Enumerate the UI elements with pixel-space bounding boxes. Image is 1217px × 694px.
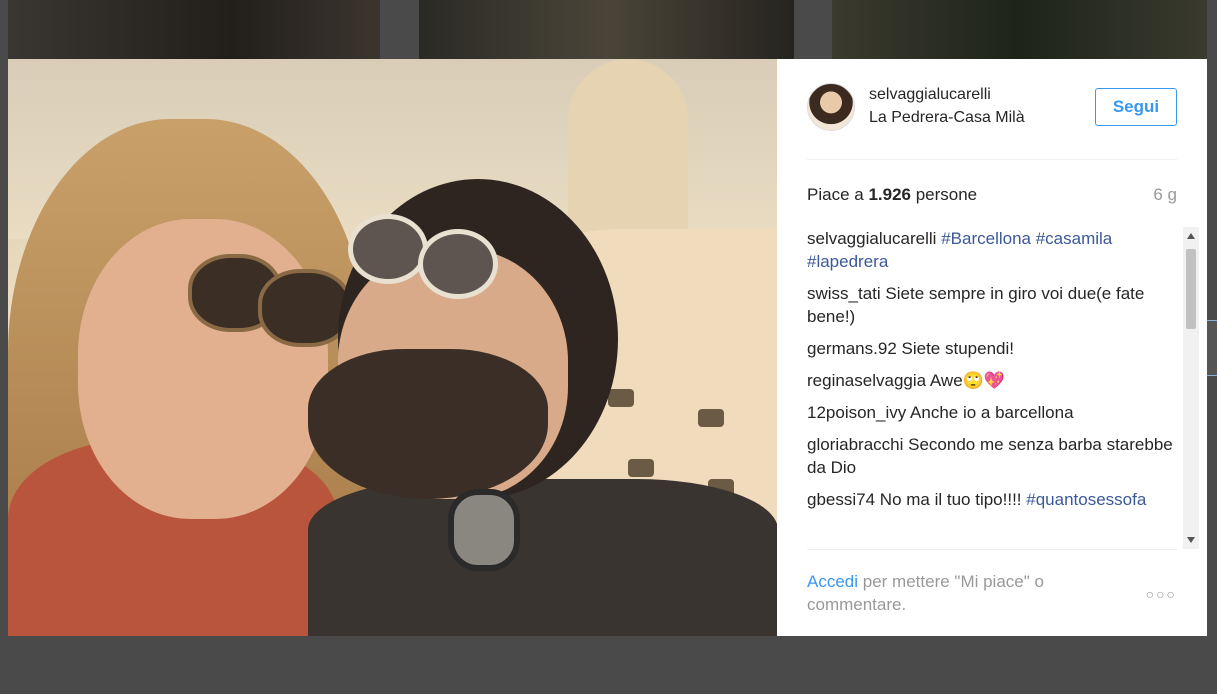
comments-list: selvaggialucarelli #Barcellona #casamila… [807,227,1175,549]
post-photo[interactable] [8,59,777,636]
hashtag-link[interactable]: #Barcellona [941,229,1031,248]
likes-summary: Piace a 1.926 persone [807,185,978,204]
follow-button[interactable]: Segui [1095,88,1177,126]
comment-item: swiss_tati Siete sempre in giro voi due(… [807,282,1175,328]
comment-username[interactable]: swiss_tati [807,284,881,303]
hashtag-link[interactable]: #quantosessofa [1026,490,1146,509]
comment-username[interactable]: selvaggialucarelli [807,229,936,248]
post-time[interactable]: 6 g [1153,185,1177,205]
modal-overlay[interactable] [0,636,1217,694]
scroll-down-arrow-icon[interactable] [1187,537,1195,543]
avatar[interactable] [807,83,855,131]
background-thumbnail-2[interactable] [419,0,794,59]
comment-username[interactable]: gloriabracchi [807,435,903,454]
comment-item: gbessi74 No ma il tuo tipo!!!! #quantose… [807,488,1175,511]
comment-username[interactable]: germans.92 [807,339,897,358]
comment-text: Anche io a barcellona [910,403,1074,422]
more-options-icon[interactable]: ○○○ [1146,586,1177,602]
post-location[interactable]: La Pedrera-Casa Milà [869,109,1025,127]
comment-text: Awe🙄💖 [929,371,1005,390]
comment-username[interactable]: 12poison_ivy [807,403,906,422]
post-modal: selvaggialucarelli La Pedrera-Casa Milà … [8,59,1207,636]
post-footer: Accedi per mettere "Mi piace" o commenta… [807,549,1177,637]
scrollbar-thumb[interactable] [1186,249,1196,329]
comment-username[interactable]: reginaselvaggia [807,371,926,390]
comment-item: germans.92 Siete stupendi! [807,337,1175,360]
login-prompt: Accedi per mettere "Mi piace" o commenta… [807,572,1044,614]
background-thumbnail-1[interactable] [8,0,380,59]
post-header: selvaggialucarelli La Pedrera-Casa Milà … [807,83,1177,160]
comment-username[interactable]: gbessi74 [807,490,875,509]
post-sidebar: selvaggialucarelli La Pedrera-Casa Milà … [777,59,1207,636]
hashtag-link[interactable]: #casamila [1036,229,1113,248]
login-link[interactable]: Accedi [807,572,858,591]
hashtag-link[interactable]: #lapedrera [807,252,888,271]
likes-count[interactable]: 1.926 [868,185,911,204]
background-thumbnail-3[interactable] [832,0,1207,59]
comment-item: reginaselvaggia Awe🙄💖 [807,369,1175,392]
comment-text: No ma il tuo tipo!!!! [879,490,1022,509]
next-post-arrow[interactable] [1206,320,1217,376]
scroll-up-arrow-icon[interactable] [1187,233,1195,239]
comment-item: gloriabracchi Secondo me senza barba sta… [807,433,1175,479]
comment-text: Siete stupendi! [901,339,1014,358]
comment-item: 12poison_ivy Anche io a barcellona [807,401,1175,424]
comments-scrollbar[interactable] [1183,227,1199,549]
comment-item: selvaggialucarelli #Barcellona #casamila… [807,227,1175,273]
post-username[interactable]: selvaggialucarelli [869,86,991,104]
